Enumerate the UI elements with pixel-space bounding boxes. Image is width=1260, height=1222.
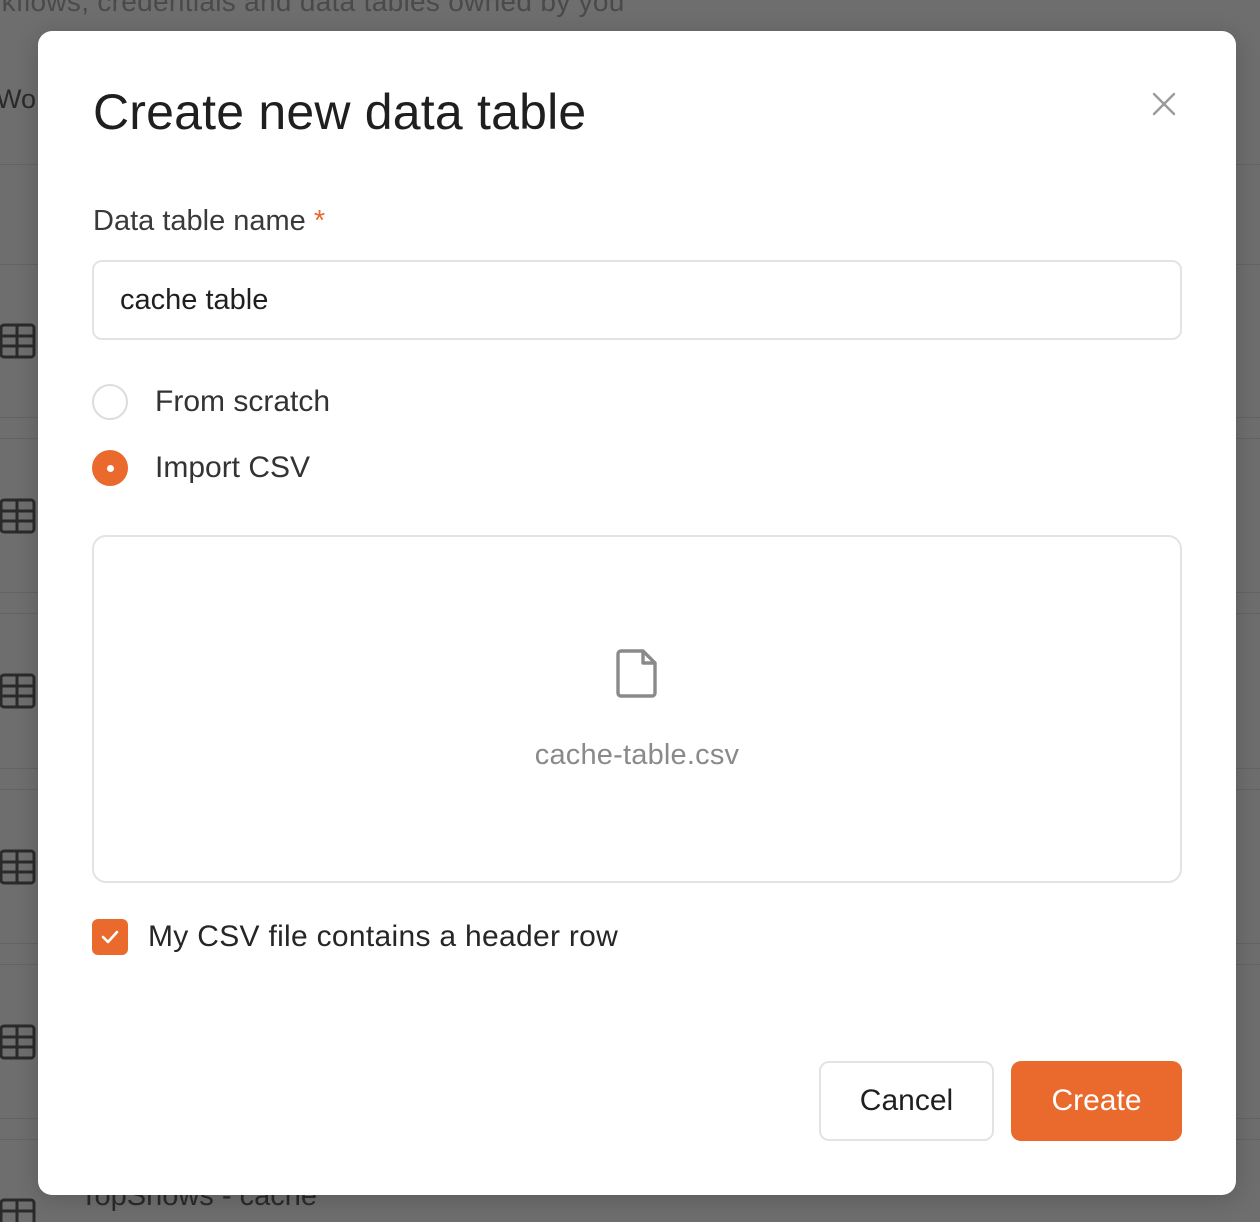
csv-file-dropzone[interactable]: cache-table.csv	[92, 535, 1182, 883]
dialog-title: Create new data table	[93, 84, 587, 140]
table-name-label: Data table name *	[93, 205, 325, 238]
checkmark-icon	[101, 930, 119, 944]
radio-button[interactable]	[92, 384, 128, 420]
table-grid-icon	[0, 1198, 36, 1222]
close-icon[interactable]	[1150, 90, 1178, 118]
radio-button-checked[interactable]	[92, 450, 128, 486]
radio-label: Import CSV	[155, 451, 311, 484]
header-row-checkbox[interactable]	[92, 919, 128, 955]
radio-label: From scratch	[155, 385, 331, 418]
table-name-label-text: Data table name	[93, 205, 306, 237]
header-row-checkbox-label: My CSV file contains a header row	[148, 920, 619, 953]
required-asterisk: *	[313, 205, 326, 237]
header-row-option[interactable]: My CSV file contains a header row	[92, 919, 618, 955]
create-data-table-dialog: Create new data table Data table name* F…	[38, 31, 1236, 1195]
create-button[interactable]: Create	[1011, 1061, 1182, 1141]
cancel-button[interactable]: Cancel	[819, 1061, 994, 1141]
radio-import-csv[interactable]: Import CSV	[92, 450, 310, 486]
table-grid-icon	[0, 1024, 36, 1060]
radio-from-scratch[interactable]: From scratch	[92, 384, 330, 420]
table-grid-icon	[0, 498, 36, 534]
file-icon	[616, 649, 657, 698]
table-name-input[interactable]	[92, 260, 1182, 340]
table-grid-icon	[0, 673, 36, 709]
selected-file-name: cache-table.csv	[534, 739, 740, 771]
table-grid-icon	[0, 323, 36, 359]
column-header: Wo	[0, 84, 37, 114]
page-subtitle: rkflows, credentials and data tables own…	[0, 0, 625, 17]
table-grid-icon	[0, 849, 36, 885]
